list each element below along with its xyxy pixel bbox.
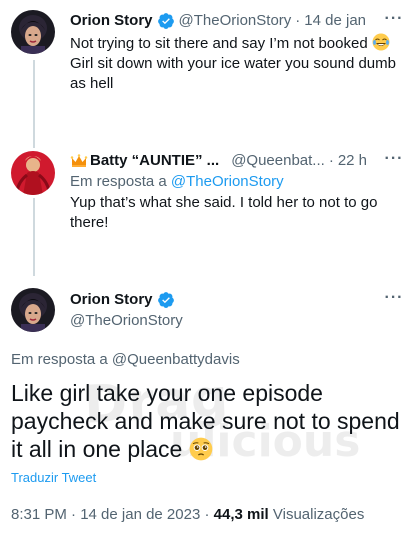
thread-line [33,198,35,276]
pleading-face-emoji-icon [189,437,213,461]
author-handle[interactable]: @TheOrionStory [70,311,183,331]
reply-context: Em resposta a @TheOrionStory [70,172,284,192]
author-name[interactable]: Orion Story [70,290,153,310]
avatar[interactable] [11,288,55,332]
more-options-icon[interactable]: ··· [384,11,404,32]
crown-emoji-icon [70,152,88,170]
more-options-icon[interactable]: ··· [384,151,404,172]
reply-context: Em resposta a @Queenbattydavis [11,350,240,370]
verified-badge-icon [157,12,175,30]
tweet-text-line: there! [70,214,109,231]
tweet-text-line: as hell [70,75,114,92]
reply-handle-link[interactable]: @Queenbattydavis [112,351,240,368]
tweet-text-line: Girl sit down with your ice water you so… [70,55,396,72]
separator-dot: · [295,12,301,29]
tweet-time[interactable]: 14 de jan [304,11,366,31]
views-count: 44,3 mil [213,506,269,523]
tweet-text: Yup that’s what she said. I told her to … [70,193,410,233]
tweet-header: @TheOrionStory [70,311,183,331]
translate-tweet-link[interactable]: Traduzir Tweet [11,470,96,486]
author-name[interactable]: Orion Story [70,11,153,31]
tweet-time[interactable]: 22 h [338,151,367,171]
author-name[interactable]: Batty “AUNTIE” ... [90,151,219,171]
author-handle[interactable]: @TheOrionStory [179,11,292,31]
avatar[interactable] [11,10,55,54]
verified-badge-icon [157,291,175,309]
tweet-text-line: Not trying to sit there and say I’m not … [70,35,368,52]
separator-dot: · [204,506,210,523]
separator-dot: · [328,152,334,169]
tweet-timestamp[interactable]: 8:31 PM · 14 de jan de 2023 [11,506,200,523]
reply-handle-link[interactable]: @TheOrionStory [171,173,284,190]
main-tweet-text: Like girl take your one episode paycheck… [11,379,411,463]
more-options-icon[interactable]: ··· [384,290,404,311]
thread-line [33,60,35,148]
tweet-text-line: Yup that’s what she said. I told her to … [70,194,378,211]
tweet-header: Orion Story @TheOrionStory · 14 de jan [70,11,366,31]
crying-laughing-emoji-icon [372,33,390,51]
tweet-text-line: Like girl take your one episode [11,380,323,406]
avatar[interactable] [11,151,55,195]
tweet-header: Orion Story [70,290,175,310]
tweet-text: Not trying to sit there and say I’m not … [70,33,410,94]
tweet-meta: 8:31 PM · 14 de jan de 2023 · 44,3 mil V… [11,505,364,525]
reply-prefix: Em resposta a [11,351,108,368]
views-label: Visualizações [272,506,365,523]
tweet-header: Batty “AUNTIE” ... @Queenbat... · 22 h [70,151,367,171]
tweet-text-line: paycheck and make sure not to spend [11,408,400,434]
author-handle[interactable]: @Queenbat... [231,151,325,171]
reply-prefix: Em resposta a [70,173,167,190]
tweet-text-line: it all in one place [11,436,183,462]
